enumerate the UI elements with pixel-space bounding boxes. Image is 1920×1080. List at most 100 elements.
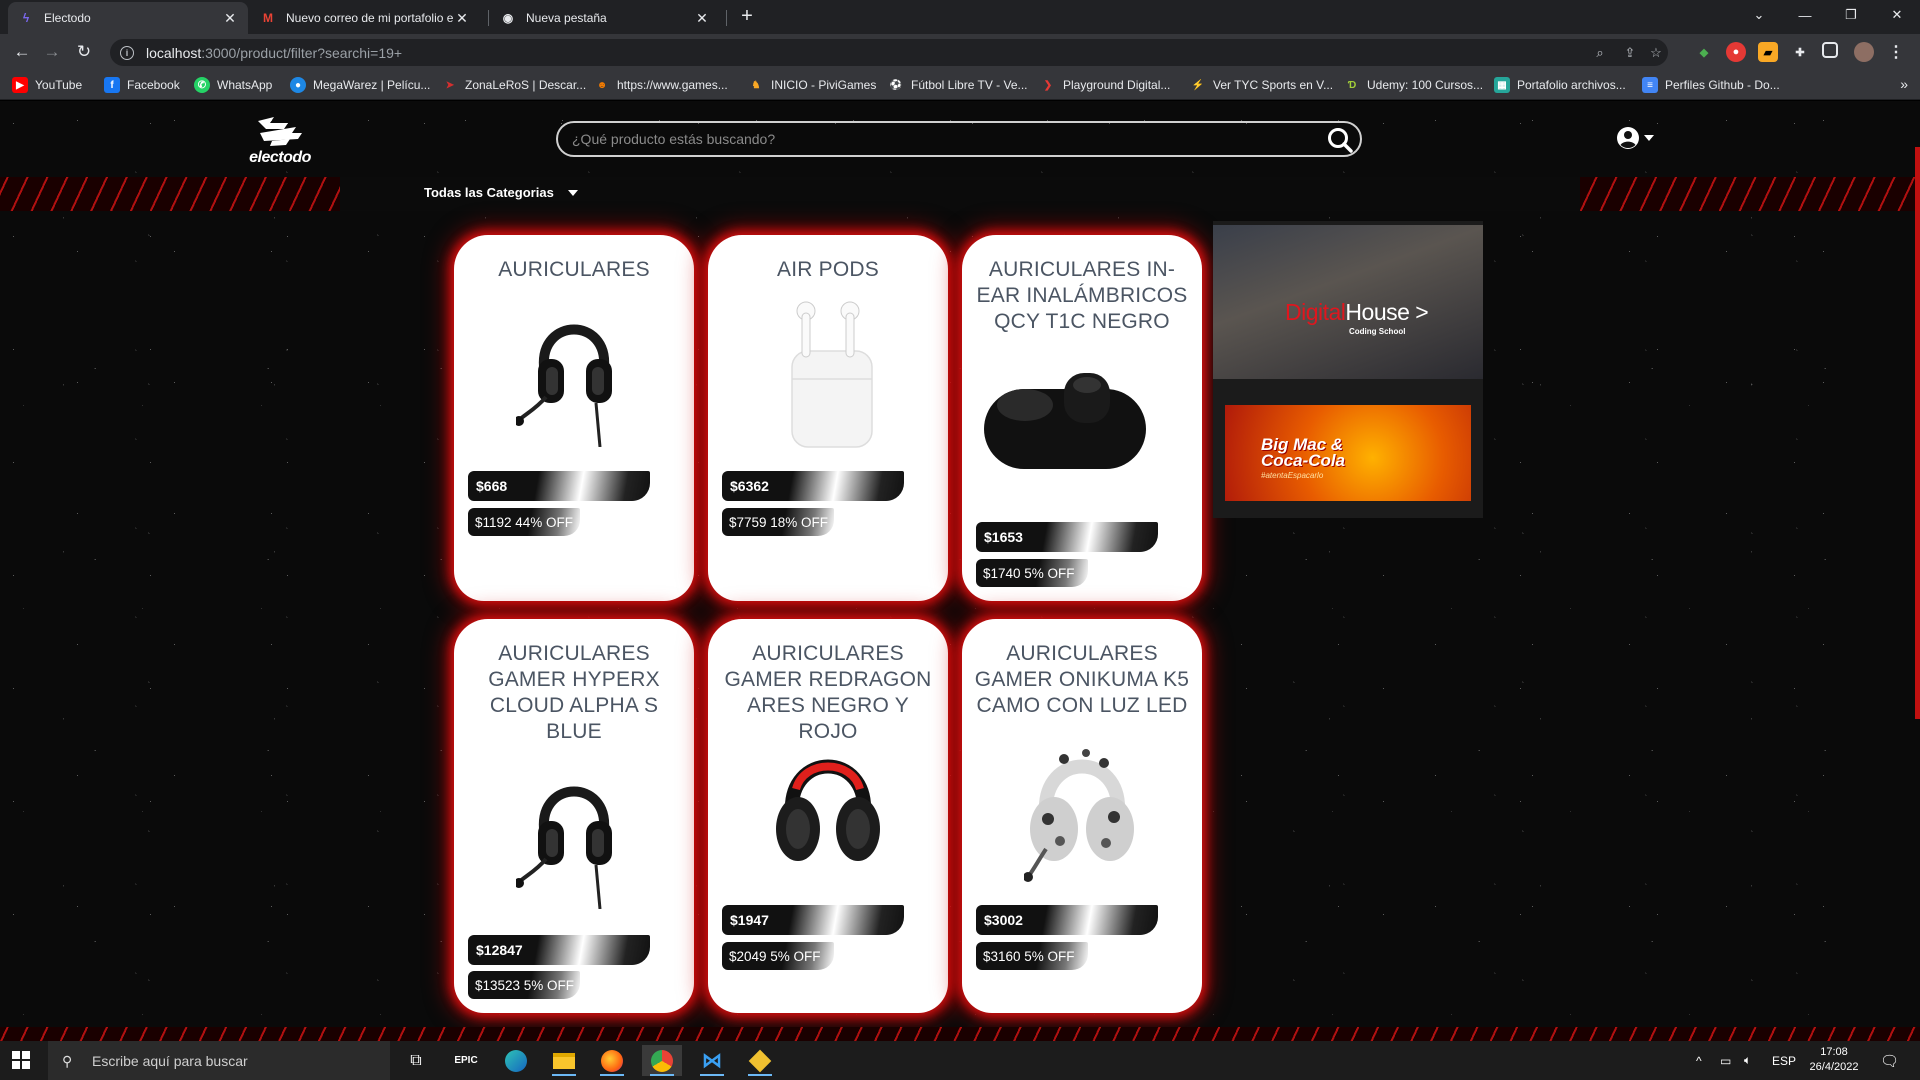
scrollbar-thumb[interactable] <box>1915 147 1920 719</box>
side-panel-icon[interactable] <box>1822 42 1838 58</box>
firefox-icon[interactable] <box>592 1045 632 1076</box>
language-indicator[interactable]: ESP <box>1772 1041 1796 1080</box>
close-tab-icon[interactable]: ✕ <box>694 10 710 27</box>
bookmark-label: Perfiles Github - Do... <box>1665 78 1780 92</box>
profile-avatar-icon[interactable] <box>1854 42 1874 62</box>
megawarez-icon: ● <box>290 77 306 93</box>
chevron-down-icon <box>1644 135 1654 141</box>
bookmark-label: ZonaLeRoS | Descar... <box>465 78 587 92</box>
share-icon[interactable]: ⇪ <box>1620 43 1640 63</box>
system-clock[interactable]: 17:08 26/4/2022 <box>1808 1045 1860 1075</box>
edge-icon[interactable] <box>496 1045 536 1076</box>
site-info-icon[interactable]: i <box>120 45 134 60</box>
reload-button[interactable]: ↻ <box>72 40 96 64</box>
product-card[interactable]: AURICULARES GAMER HYPERX CLOUD ALPHA S B… <box>454 619 694 1013</box>
bookmark-futbol[interactable]: ⚽ Fútbol Libre TV - Ve... <box>888 75 1028 95</box>
bookmark-star-icon[interactable]: ☆ <box>1646 43 1666 63</box>
old-price-text: $7759 18% OFF <box>729 515 829 530</box>
notifications-icon[interactable]: 🗨︎ <box>1880 1041 1899 1080</box>
bookmark-whatsapp[interactable]: ✆ WhatsApp <box>194 75 272 95</box>
mcdonalds-ad[interactable]: Big Mac & Coca-Cola #atentaEspacarlo <box>1225 405 1471 501</box>
bookmark-label: Playground Digital... <box>1063 78 1171 92</box>
product-card[interactable]: AURICULARES $668 $1192 44% OFF <box>454 235 694 601</box>
ads-panel: DigitalHouse > Coding School Big Mac & C… <box>1213 221 1483 518</box>
zoom-icon[interactable]: ⌕ <box>1590 43 1610 63</box>
bookmark-zonaleros[interactable]: ➤ ZonaLeRoS | Descar... <box>442 75 586 95</box>
logo-mark-icon <box>258 117 302 146</box>
page-viewport: electodo Todas las Categorias AURICULARE… <box>0 101 1920 1041</box>
bookmark-megawarez[interactable]: ● MegaWarez | Pelícu... <box>290 75 430 95</box>
digitalhouse-logo-text: DigitalHouse > <box>1285 299 1429 326</box>
product-card[interactable]: AURICULARES GAMER ONIKUMA K5 CAMO CON LU… <box>962 619 1202 1013</box>
close-tab-icon[interactable]: ✕ <box>454 10 470 27</box>
product-image-earbuds <box>984 373 1146 469</box>
volume-icon[interactable]: 🔈︎ <box>1744 1041 1751 1080</box>
minimize-button[interactable]: — <box>1782 0 1828 30</box>
bookmark-label: YouTube <box>35 78 83 92</box>
taskbar-search-box[interactable]: ⚲ Escribe aquí para buscar <box>48 1041 390 1080</box>
close-window-button[interactable]: ✕ <box>1874 0 1920 30</box>
product-card[interactable]: AURICULARES IN-EAR INALÁMBRICOS QCY T1C … <box>962 235 1202 601</box>
product-card[interactable]: AURICULARES GAMER REDRAGON ARES NEGRO Y … <box>708 619 948 1013</box>
product-name: AURICULARES IN-EAR INALÁMBRICOS QCY T1C … <box>976 258 1188 333</box>
tray-show-hidden-icon[interactable]: ^ <box>1696 1041 1702 1080</box>
epic-games-icon[interactable]: EPIC <box>446 1045 486 1076</box>
price-tag: $1653 <box>976 522 1158 552</box>
product-card[interactable]: AIR PODS $6362 $7759 18% OFF <box>708 235 948 601</box>
bookmark-label: Ver TYC Sports en V... <box>1213 78 1334 92</box>
user-menu-button[interactable] <box>1616 123 1660 153</box>
bookmark-games[interactable]: ☻ https://www.games... <box>594 75 728 95</box>
extension-red-icon[interactable]: ● <box>1726 42 1746 62</box>
bookmark-facebook[interactable]: f Facebook <box>104 75 180 95</box>
old-price-tag: $1192 44% OFF <box>468 508 580 536</box>
bookmark-label: MegaWarez | Pelícu... <box>313 78 431 92</box>
bookmark-portafolio[interactable]: ▦ Portafolio archivos... <box>1494 75 1626 95</box>
product-name: AURICULARES GAMER REDRAGON ARES NEGRO Y … <box>724 642 932 743</box>
bookmark-udemy[interactable]: Ɗ Udemy: 100 Cursos... <box>1344 75 1483 95</box>
tab-new-tab[interactable]: ◉ Nueva pestaña ✕ <box>490 2 720 34</box>
bookmark-label: INICIO - PiviGames <box>771 78 877 92</box>
digitalhouse-ad[interactable]: DigitalHouse > Coding School <box>1213 225 1483 379</box>
vscode-icon[interactable]: ⋈ <box>692 1045 732 1076</box>
site-logo[interactable]: electodo <box>244 115 316 167</box>
gmail-favicon-icon: M <box>263 11 273 25</box>
bookmark-pivigames[interactable]: ♞ INICIO - PiviGames <box>748 75 877 95</box>
tab-search-icon[interactable]: ⌄ <box>1736 0 1782 30</box>
close-tab-icon[interactable]: ✕ <box>222 10 238 27</box>
bookmark-label: WhatsApp <box>217 78 273 92</box>
forward-button[interactable]: → <box>40 40 64 64</box>
search-icon[interactable] <box>1326 126 1354 154</box>
portfolio-icon: ▦ <box>1494 77 1510 93</box>
logo-text: electodo <box>249 149 311 166</box>
product-name: AURICULARES <box>498 258 650 281</box>
tab-separator <box>488 10 489 26</box>
git-icon[interactable] <box>740 1045 780 1076</box>
product-image-headset-red <box>776 759 880 861</box>
restore-button[interactable]: ❐ <box>1828 0 1874 30</box>
extension-green-icon[interactable]: ◆ <box>1694 42 1714 62</box>
tab-electodo[interactable]: ϟ Electodo ✕ <box>8 2 248 34</box>
extension-yellow-icon[interactable]: ▰ <box>1758 42 1778 62</box>
new-tab-button[interactable]: + <box>736 6 758 28</box>
chrome-icon[interactable] <box>642 1045 682 1076</box>
bookmark-playground[interactable]: ❯ Playground Digital... <box>1040 75 1171 95</box>
bookmark-youtube[interactable]: ▶ YouTube <box>12 75 82 95</box>
back-button[interactable]: ← <box>10 40 34 64</box>
bookmark-github[interactable]: ≡ Perfiles Github - Do... <box>1642 75 1780 95</box>
chrome-menu-icon[interactable]: ⋮ <box>1886 42 1906 62</box>
address-bar[interactable]: i localhost:3000/product/filter?searchi=… <box>110 39 1668 66</box>
product-search-input[interactable] <box>572 127 1312 151</box>
category-dropdown[interactable]: Todas las Categorias <box>424 185 578 200</box>
network-icon[interactable]: ▭ <box>1720 1041 1731 1080</box>
file-explorer-icon[interactable] <box>544 1045 584 1076</box>
url-path: :3000/product/filter?searchi=19+ <box>201 44 403 61</box>
pivigames-icon: ♞ <box>751 79 761 91</box>
task-view-icon[interactable]: ⧉ <box>396 1045 436 1076</box>
bookmark-tyc[interactable]: ⚡ Ver TYC Sports en V... <box>1190 75 1333 95</box>
price-text: $3002 <box>984 912 1023 928</box>
more-bookmarks-icon[interactable]: » <box>1900 76 1908 92</box>
tab-gmail[interactable]: M Nuevo correo de mi portafolio e ✕ <box>250 2 480 34</box>
extensions-puzzle-icon[interactable]: ✚ <box>1790 42 1810 62</box>
windows-start-icon[interactable] <box>12 1051 30 1069</box>
price-tag: $668 <box>468 471 650 501</box>
